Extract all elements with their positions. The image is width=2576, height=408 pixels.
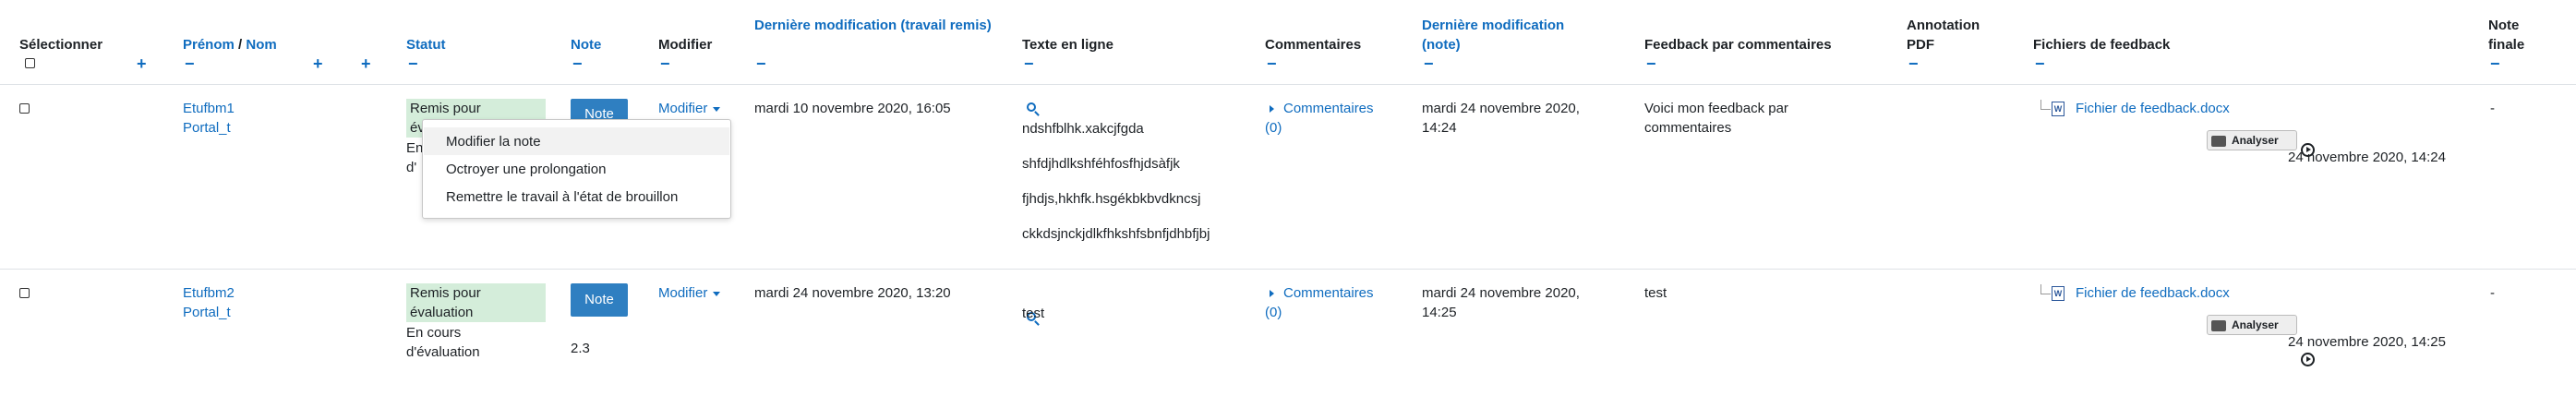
hide-feedback-comments-button[interactable]: − bbox=[1646, 55, 1656, 72]
show-column-button-2[interactable]: + bbox=[361, 55, 371, 72]
student-firstname-link[interactable]: Etufbm1 bbox=[183, 99, 235, 118]
student-lastname-link[interactable]: Portal_t bbox=[183, 303, 231, 322]
hide-last-modified-submission-button[interactable]: − bbox=[756, 55, 766, 72]
header-divider bbox=[0, 84, 2576, 85]
hide-edit-column-button[interactable]: − bbox=[660, 55, 670, 72]
feedback-comment: test bbox=[1644, 285, 1667, 301]
header-name: Prénom / Nom bbox=[183, 37, 277, 53]
show-select-column-button[interactable]: + bbox=[137, 55, 147, 72]
comments-count[interactable]: (0) bbox=[1265, 303, 1282, 322]
chevron-right-icon bbox=[1270, 290, 1274, 298]
final-grade-value: - bbox=[2490, 285, 2495, 301]
row-select-checkbox[interactable] bbox=[19, 103, 30, 114]
hide-grade-column-button[interactable]: − bbox=[572, 55, 583, 72]
status-submitted-badge: Remis pour bbox=[406, 99, 546, 118]
online-text-line: fjhdjs,hkhfk.hsgékbkbvdkncsj bbox=[1022, 191, 1201, 207]
online-text-line: test bbox=[1022, 306, 1045, 321]
feedback-file-link[interactable]: Fichier de feedback.docx bbox=[2076, 283, 2230, 303]
comments-toggle[interactable]: Commentaires bbox=[1270, 283, 1374, 303]
sort-grade-link[interactable]: Note bbox=[571, 35, 601, 54]
feedback-file-date: 24 novembre 2020, 14:25 bbox=[2288, 334, 2446, 350]
document-icon bbox=[2211, 319, 2226, 331]
analyser-button[interactable]: Analyser bbox=[2207, 130, 2297, 150]
edit-dropdown-menu: Modifier la note Octroyer une prolongati… bbox=[422, 119, 731, 219]
word-doc-icon: W bbox=[2052, 102, 2064, 116]
feedback-file-date: 24 novembre 2020, 14:24 bbox=[2288, 150, 2446, 165]
hide-feedback-files-button[interactable]: − bbox=[2035, 55, 2045, 72]
header-feedback-files: Fichiers de feedback bbox=[2033, 37, 2171, 53]
hide-name-column-button[interactable]: − bbox=[185, 55, 195, 72]
chevron-down-icon bbox=[713, 106, 721, 112]
word-doc-icon: W bbox=[2052, 286, 2064, 301]
row-divider bbox=[0, 269, 2576, 270]
select-all-checkbox[interactable] bbox=[25, 58, 35, 68]
header-online-text: Texte en ligne bbox=[1022, 37, 1113, 53]
online-text-line: ndshfblhk.xakcjfgda bbox=[1022, 121, 1144, 137]
grade-button[interactable]: Note bbox=[571, 283, 628, 317]
sort-status-link[interactable]: Statut bbox=[406, 35, 446, 54]
tree-connector bbox=[2040, 284, 2051, 294]
student-lastname-link[interactable]: Portal_t bbox=[183, 118, 231, 138]
edit-dropdown-toggle[interactable]: Modifier bbox=[658, 99, 721, 118]
feedback-file-link[interactable]: Fichier de feedback.docx bbox=[2076, 99, 2230, 118]
final-grade-value: - bbox=[2490, 101, 2495, 116]
chevron-right-icon bbox=[1270, 105, 1274, 114]
sort-last-modified-grade-link[interactable]: Dernière modification (note) bbox=[1422, 16, 1607, 54]
analyser-button[interactable]: Analyser bbox=[2207, 315, 2297, 335]
comments-count[interactable]: (0) bbox=[1265, 118, 1282, 138]
header-final-grade: Note finale bbox=[2488, 18, 2525, 53]
header-select: Sélectionner bbox=[19, 37, 103, 53]
online-text-line: shfdjhdlkshféhfosfhjdsàfjk bbox=[1022, 156, 1180, 172]
zoom-icon[interactable] bbox=[1027, 102, 1036, 112]
tree-connector bbox=[2040, 100, 2051, 110]
menu-item-grant-extension[interactable]: Octroyer une prolongation bbox=[446, 160, 606, 179]
online-text-line: ckkdsjnckjdlkfhkshfsbnfjdhbfjbj bbox=[1022, 226, 1210, 242]
header-feedback-comments: Feedback par commentaires bbox=[1644, 37, 1832, 53]
header-edit: Modifier bbox=[658, 37, 713, 53]
document-icon bbox=[2211, 135, 2226, 147]
hide-final-grade-button[interactable]: − bbox=[2490, 55, 2500, 72]
menu-item-revert-to-draft[interactable]: Remettre le travail à l'état de brouillo… bbox=[446, 187, 678, 207]
sort-lastname-link[interactable]: Nom bbox=[246, 37, 276, 53]
hide-comments-button[interactable]: − bbox=[1267, 55, 1277, 72]
play-icon[interactable] bbox=[2301, 352, 2315, 366]
hide-last-modified-grade-button[interactable]: − bbox=[1424, 55, 1434, 72]
hide-pdf-annotation-button[interactable]: − bbox=[1908, 55, 1919, 72]
edit-dropdown-toggle[interactable]: Modifier bbox=[658, 283, 721, 303]
row-select-checkbox[interactable] bbox=[19, 288, 30, 298]
grade-value: 2.3 bbox=[571, 341, 590, 356]
feedback-comment: Voici mon feedback par commentaires bbox=[1644, 101, 1788, 136]
menu-item-edit-grade[interactable]: Modifier la note bbox=[446, 132, 541, 151]
status-submitted-badge: Remis pour évaluation bbox=[406, 283, 546, 322]
hide-status-column-button[interactable]: − bbox=[408, 55, 418, 72]
student-firstname-link[interactable]: Etufbm2 bbox=[183, 283, 235, 303]
header-comments: Commentaires bbox=[1265, 37, 1362, 53]
sort-firstname-link[interactable]: Prénom bbox=[183, 37, 235, 53]
submission-date: mardi 10 novembre 2020, 16:05 bbox=[754, 101, 951, 116]
status-secondary-text: En cours d'évaluation bbox=[406, 325, 480, 360]
status-secondary-text-line2: d' bbox=[406, 160, 417, 175]
hide-online-text-button[interactable]: − bbox=[1024, 55, 1034, 72]
grade-modified-date: mardi 24 novembre 2020, 14:24 bbox=[1422, 101, 1580, 136]
show-column-button-1[interactable]: + bbox=[313, 55, 323, 72]
chevron-down-icon bbox=[713, 291, 721, 296]
header-pdf-annotation: Annotation PDF bbox=[1907, 18, 1980, 53]
sort-last-modified-submission-link[interactable]: Dernière modification (travail remis) bbox=[754, 16, 994, 35]
status-secondary-text: En bbox=[406, 140, 424, 156]
comments-toggle[interactable]: Commentaires bbox=[1270, 99, 1374, 118]
submission-date: mardi 24 novembre 2020, 13:20 bbox=[754, 285, 951, 301]
grade-modified-date: mardi 24 novembre 2020, 14:25 bbox=[1422, 285, 1580, 320]
